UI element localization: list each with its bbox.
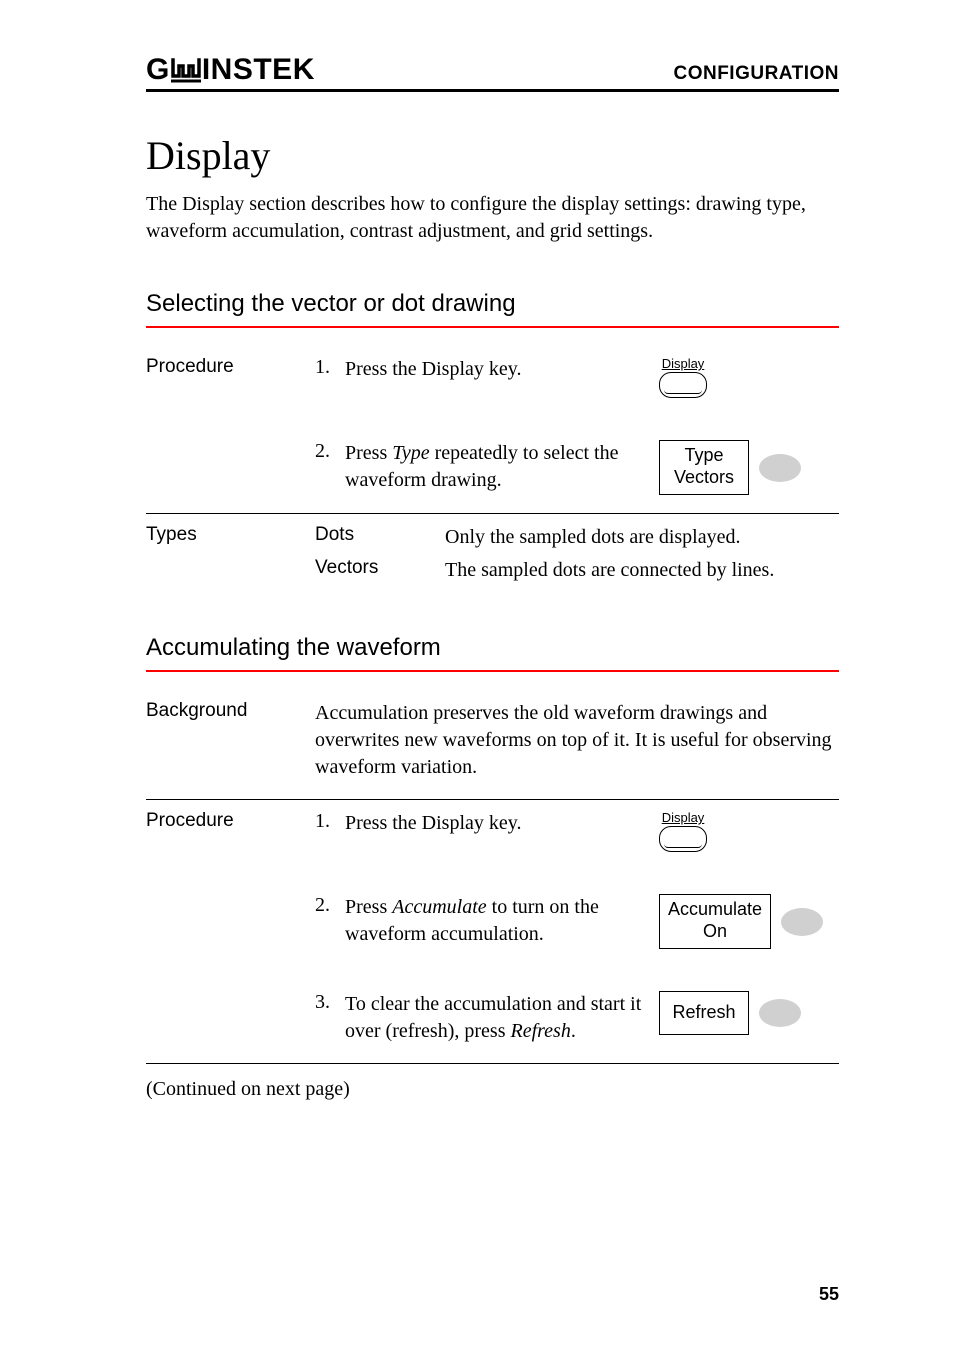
page-number: 55 [819,1284,839,1305]
procedure-row: Procedure 1. Press the Display key. Disp… [146,810,839,852]
procedure-label: Procedure [146,810,315,832]
softkey-group: Type Vectors [659,440,801,495]
display-key-label: Display [662,810,705,825]
procedure-label: Procedure [146,356,315,378]
step-text-italic: Type [392,442,429,464]
step-text-part: Press [345,442,392,464]
display-key-button-icon [659,826,707,852]
page-header: G INSTEK CONFIGURATION [146,55,839,92]
step-number: 1. [315,810,345,833]
accumulate-softkey-box: Accumulate On [659,894,771,949]
procedure-row: 2. Press Accumulate to turn on the wavef… [146,894,839,949]
step-content: 1. Press the Display key. Display [315,810,839,852]
step-text: Press Type repeatedly to select the wave… [345,440,659,494]
continued-text: (Continued on next page) [146,1078,839,1101]
type-description: Only the sampled dots are displayed. [445,524,839,551]
step-text-italic: Refresh [510,1020,570,1042]
procedure-row: 3. To clear the accumulation and start i… [146,991,839,1045]
types-row: Vectors The sampled dots are connected b… [146,557,839,584]
procedure-row: 2. Press Type repeatedly to select the w… [146,440,839,495]
softkey-line1: Type [668,445,740,467]
step-number: 2. [315,440,345,463]
display-key-icon: Display [659,356,707,398]
step-content: 2. Press Accumulate to turn on the wavef… [315,894,839,949]
background-row: Background Accumulation preserves the ol… [146,700,839,781]
step-text: Press the Display key. [345,810,659,837]
thin-divider [146,1063,839,1064]
page-title: Display [146,132,839,179]
step-text-part: To clear the accumulation and start it o… [345,993,641,1042]
step-content: 3. To clear the accumulation and start i… [315,991,839,1045]
step-content: 1. Press the Display key. Display [315,356,839,398]
thin-divider [146,513,839,514]
type-name: Dots [315,524,445,551]
logo-text-right: INSTEK [202,55,315,85]
icon-column: Display [659,356,839,398]
icon-column: Display [659,810,839,852]
logo-w-icon [171,58,201,83]
types-row: Types Dots Only the sampled dots are dis… [146,524,839,551]
types-label-empty [146,557,315,584]
softkey-button-icon [759,454,801,482]
step-text: To clear the accumulation and start it o… [345,991,659,1045]
softkey-group: Accumulate On [659,894,823,949]
background-text: Accumulation preserves the old waveform … [315,700,839,781]
softkey-line1: Accumulate [668,899,762,921]
type-description: The sampled dots are connected by lines. [445,557,839,584]
logo: G INSTEK [146,55,315,85]
display-key-button-icon [659,372,707,398]
softkey-button-icon [781,908,823,936]
procedure-row: Procedure 1. Press the Display key. Disp… [146,356,839,398]
intro-paragraph: The Display section describes how to con… [146,191,839,245]
step-content: 2. Press Type repeatedly to select the w… [315,440,839,495]
background-label: Background [146,700,315,722]
softkey-line2: On [668,921,762,943]
thin-divider [146,799,839,800]
icon-column: Accumulate On [659,894,839,949]
step-number: 1. [315,356,345,379]
display-key-icon: Display [659,810,707,852]
header-section-title: CONFIGURATION [673,63,839,85]
type-name: Vectors [315,557,445,584]
section-title-accumulating: Accumulating the waveform [146,634,839,662]
step-text-italic: Accumulate [392,896,486,918]
softkey-line2: Vectors [668,467,740,489]
display-key-label: Display [662,356,705,371]
step-number: 2. [315,894,345,917]
section-title-vector-dot: Selecting the vector or dot drawing [146,290,839,318]
step-text: Press Accumulate to turn on the waveform… [345,894,659,948]
icon-column: Type Vectors [659,440,839,495]
step-number: 3. [315,991,345,1014]
types-label: Types [146,524,315,551]
section-divider [146,670,839,672]
softkey-button-icon [759,999,801,1027]
logo-text-left: G [146,55,170,85]
step-text-part: . [571,1020,576,1042]
type-softkey-box: Type Vectors [659,440,749,495]
icon-column: Refresh [659,991,839,1035]
step-text: Press the Display key. [345,356,659,383]
section-divider [146,326,839,328]
step-text-part: Press [345,896,392,918]
softkey-group: Refresh [659,991,801,1035]
refresh-softkey-box: Refresh [659,991,749,1035]
